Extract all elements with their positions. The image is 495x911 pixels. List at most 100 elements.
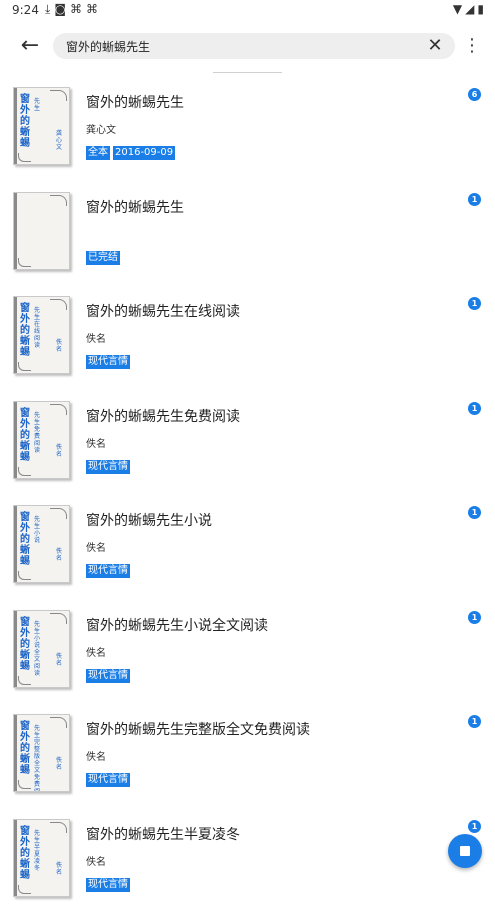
notification-icon: ◙ — [54, 2, 70, 16]
list-item[interactable]: 窗外的蜥蜴先生小说佚名窗外的蜥蜴先生小说佚名现代言情1 — [0, 493, 495, 598]
book-cover: 窗外的蜥蜴先生小说全文阅读佚名 — [13, 610, 70, 688]
cover-ornament — [18, 571, 31, 580]
cover-title: 窗外的蜥蜴 — [20, 94, 32, 149]
book-title: 窗外的蜥蜴先生免费阅读 — [86, 406, 240, 426]
list-item[interactable]: 窗外的蜥蜴先生龚心文窗外的蜥蜴先生龚心文全本2016-09-096 — [0, 75, 495, 180]
wifi-icon: ▼ — [453, 2, 465, 16]
cover-title: 窗外的蜥蜴 — [20, 721, 32, 776]
cover-ornament — [50, 299, 67, 310]
tag-row: 现代言情 — [86, 767, 133, 781]
cover-title: 窗外的蜥蜴 — [20, 826, 32, 881]
book-author: 佚名 — [86, 539, 106, 554]
clear-button[interactable]: ✕ — [425, 33, 445, 59]
cover-spine — [14, 402, 17, 478]
cover-subtitle: 先生免费阅读 — [34, 412, 41, 454]
cover-author: 佚名 — [56, 757, 62, 771]
cover-ornament — [50, 404, 67, 415]
cover-ornament — [50, 195, 67, 206]
tag-row: 现代言情 — [86, 872, 133, 886]
cover-ornament — [18, 153, 31, 162]
source-count-badge: 1 — [468, 193, 481, 206]
search-bar: ← ✕ ⋮ — [0, 22, 495, 70]
more-menu-button[interactable]: ⋮ — [463, 34, 477, 58]
search-input[interactable] — [66, 33, 416, 59]
app-icon: ⌘ — [86, 2, 102, 16]
list-item[interactable]: 窗外的蜥蜴先生免费阅读佚名窗外的蜥蜴先生免费阅读佚名现代言情1 — [0, 389, 495, 494]
book-author: 佚名 — [86, 330, 106, 345]
cover-spine — [14, 820, 17, 896]
list-item[interactable]: 窗外的蜥蜴先生完整版全文免费阅读佚名窗外的蜥蜴先生完整版全文免费阅读佚名现代言情… — [0, 702, 495, 807]
source-count-badge: 1 — [468, 820, 481, 833]
book-title: 窗外的蜥蜴先生 — [86, 197, 184, 217]
book-title: 窗外的蜥蜴先生小说全文阅读 — [86, 615, 268, 635]
book-cover: 窗外的蜥蜴先生龚心文 — [13, 87, 70, 165]
cover-ornament — [18, 258, 31, 267]
arrow-left-icon: ← — [21, 33, 39, 58]
tag-row: 现代言情 — [86, 349, 133, 363]
cover-ornament — [18, 362, 31, 371]
tag-badge: 现代言情 — [86, 669, 130, 683]
status-time: 9:24 — [12, 3, 39, 17]
book-cover: 窗外的蜥蜴先生半夏凌冬佚名 — [13, 819, 70, 897]
tag-row: 全本2016-09-09 — [86, 140, 178, 154]
download-icon: ⤓ — [45, 2, 54, 16]
tag-badge: 全本 — [86, 146, 110, 160]
list-item[interactable]: 窗外的蜥蜴先生小说全文阅读佚名窗外的蜥蜴先生小说全文阅读佚名现代言情1 — [0, 598, 495, 703]
status-bar: 9:24 ⤓◙⌘⌘ ▼◢▮ — [0, 0, 495, 22]
cover-author: 佚名 — [56, 339, 62, 353]
tag-badge: 现代言情 — [86, 564, 130, 578]
more-vert-icon: ⋮ — [463, 35, 481, 56]
cover-subtitle: 先生小说全文阅读 — [34, 621, 41, 677]
cover-spine — [14, 506, 17, 582]
cover-ornament — [50, 717, 67, 728]
cover-author: 龚心文 — [56, 130, 62, 151]
cover-spine — [14, 193, 17, 269]
search-field[interactable]: ✕ — [53, 33, 455, 59]
book-title: 窗外的蜥蜴先生 — [86, 92, 184, 112]
cover-spine — [14, 88, 17, 164]
tag-badge: 现代言情 — [86, 773, 130, 787]
book-title: 窗外的蜥蜴先生完整版全文免费阅读 — [86, 719, 310, 739]
close-icon: ✕ — [427, 35, 442, 56]
cover-ornament — [18, 467, 31, 476]
book-cover — [13, 192, 70, 270]
status-left-icons: ⤓◙⌘⌘ — [45, 2, 102, 17]
source-count-badge: 6 — [468, 88, 481, 101]
stop-icon — [460, 846, 470, 856]
tag-row: 现代言情 — [86, 558, 133, 572]
source-count-badge: 1 — [468, 611, 481, 624]
stop-fab-button[interactable] — [448, 834, 482, 868]
book-cover: 窗外的蜥蜴先生免费阅读佚名 — [13, 401, 70, 479]
cover-title: 窗外的蜥蜴 — [20, 512, 32, 567]
back-button[interactable]: ← — [16, 34, 44, 58]
battery-icon: ▮ — [477, 2, 487, 16]
tag-row: 已完结 — [86, 245, 123, 259]
list-item[interactable]: 窗外的蜥蜴先生半夏凌冬佚名窗外的蜥蜴先生半夏凌冬佚名现代言情1 — [0, 807, 495, 911]
cover-title: 窗外的蜥蜴 — [20, 408, 32, 463]
book-author: 佚名 — [86, 748, 106, 763]
book-cover: 窗外的蜥蜴先生在线阅读佚名 — [13, 296, 70, 374]
book-title: 窗外的蜥蜴先生半夏凌冬 — [86, 824, 240, 844]
cover-author: 佚名 — [56, 862, 62, 876]
book-author: 佚名 — [86, 435, 106, 450]
cover-subtitle: 先生半夏凌冬 — [34, 830, 41, 872]
source-count-badge: 1 — [468, 402, 481, 415]
cover-ornament — [50, 90, 67, 101]
source-count-badge: 1 — [468, 715, 481, 728]
tag-row: 现代言情 — [86, 454, 133, 468]
cover-title: 窗外的蜥蜴 — [20, 617, 32, 672]
cover-subtitle: 先生在线阅读 — [34, 307, 41, 349]
book-title: 窗外的蜥蜴先生小说 — [86, 510, 212, 530]
cover-author: 佚名 — [56, 548, 62, 562]
list-item[interactable]: 窗外的蜥蜴先生已完结 1 — [0, 180, 495, 285]
cover-subtitle: 先生 — [34, 98, 41, 112]
signal-icon: ◢ — [465, 2, 477, 16]
result-list: 窗外的蜥蜴先生龚心文窗外的蜥蜴先生龚心文全本2016-09-096窗外的蜥蜴先生… — [0, 75, 495, 911]
cover-ornament — [18, 676, 31, 685]
list-item[interactable]: 窗外的蜥蜴先生在线阅读佚名窗外的蜥蜴先生在线阅读佚名现代言情1 — [0, 284, 495, 389]
cover-title: 窗外的蜥蜴 — [20, 303, 32, 358]
status-right-icons: ▼◢▮ — [453, 2, 487, 16]
tag-badge: 已完结 — [86, 251, 120, 265]
cover-subtitle: 先生小说 — [34, 516, 41, 544]
book-author: 佚名 — [86, 853, 106, 868]
